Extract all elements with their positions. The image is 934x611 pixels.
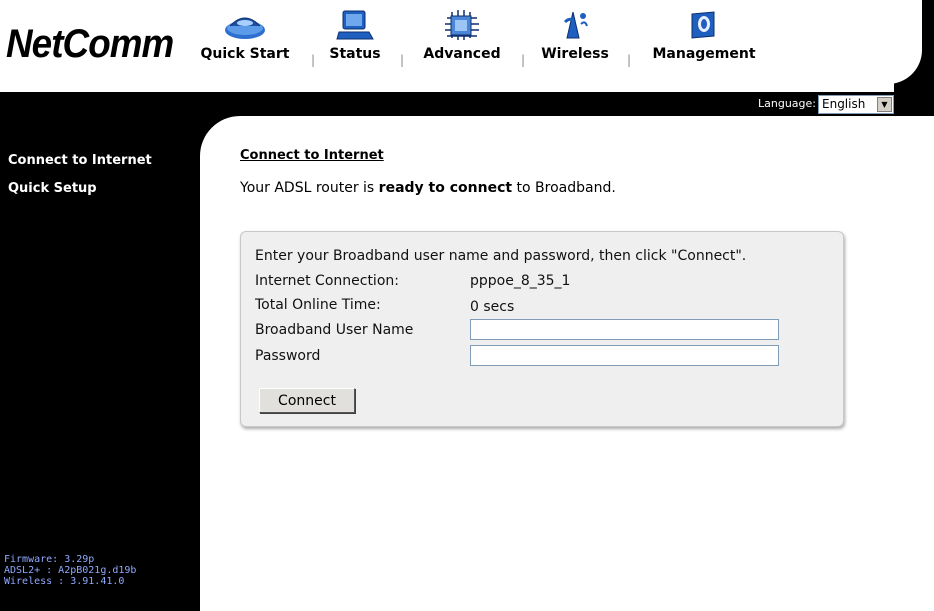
password-label: Password [255, 348, 321, 364]
management-icon [691, 11, 715, 39]
language-label: Language: [758, 97, 816, 110]
internet-connection-value: pppoe_8_35_1 [470, 273, 571, 289]
connect-button[interactable]: Connect [259, 388, 355, 413]
online-time-label: Total Online Time: [255, 297, 381, 313]
nav-label: Wireless [541, 46, 609, 62]
quick-start-icon [225, 17, 265, 39]
sidebar-item-quick-setup[interactable]: Quick Setup [8, 181, 97, 196]
username-field[interactable] [470, 319, 779, 340]
firmware-version: Firmware: 3.29p [4, 554, 95, 565]
status-laptop-icon [336, 10, 374, 40]
password-field[interactable] [470, 345, 779, 366]
nav-status[interactable]: Status [325, 8, 385, 62]
nav-separator: | [627, 53, 632, 67]
top-bar: Language: English ▼ [0, 92, 934, 116]
connection-status-text: Your ADSL router is ready to connect to … [240, 180, 616, 196]
nav-label: Management [652, 46, 756, 62]
advanced-chip-icon [445, 10, 479, 40]
header: NetComm Quick Start | Status | Advanced … [0, 0, 934, 92]
status-prefix: Your ADSL router is [240, 180, 379, 196]
nav-label: Advanced [423, 46, 501, 62]
nav-management[interactable]: Management [651, 8, 757, 62]
connect-panel: Enter your Broadband user name and passw… [240, 231, 844, 427]
nav-advanced[interactable]: Advanced [417, 8, 507, 62]
wireless-version: Wireless : 3.91.41.0 [4, 576, 125, 587]
wireless-icon [563, 11, 588, 39]
language-selected-value: English [822, 97, 866, 111]
panel-instruction: Enter your Broadband user name and passw… [255, 248, 747, 264]
online-time-value: 0 secs [470, 299, 515, 315]
firmware-info: Firmware: 3.29p ADSL2+ : A2pB021g.d19b Wir… [4, 554, 136, 587]
netcomm-logo[interactable]: NetComm [6, 22, 174, 67]
header-corner-decoration [888, 0, 934, 92]
internet-connection-label: Internet Connection: [255, 273, 399, 289]
nav-label: Status [329, 46, 381, 62]
page-title: Connect to Internet [240, 148, 384, 163]
nav-separator: | [311, 53, 316, 67]
nav-separator: | [521, 53, 526, 67]
nav-wireless[interactable]: Wireless [537, 8, 613, 62]
username-label: Broadband User Name [255, 322, 414, 338]
nav-separator: | [400, 53, 405, 67]
status-emphasis: ready to connect [378, 180, 513, 196]
language-select[interactable]: English ▼ [818, 95, 894, 114]
sidebar-item-connect-to-internet[interactable]: Connect to Internet [8, 153, 152, 168]
status-suffix: to Broadband. [512, 180, 616, 196]
nav-quick-start[interactable]: Quick Start [197, 8, 293, 62]
chevron-down-icon[interactable]: ▼ [877, 97, 892, 112]
nav-label: Quick Start [200, 46, 290, 62]
adsl-version: ADSL2+ : A2pB021g.d19b [4, 565, 137, 576]
